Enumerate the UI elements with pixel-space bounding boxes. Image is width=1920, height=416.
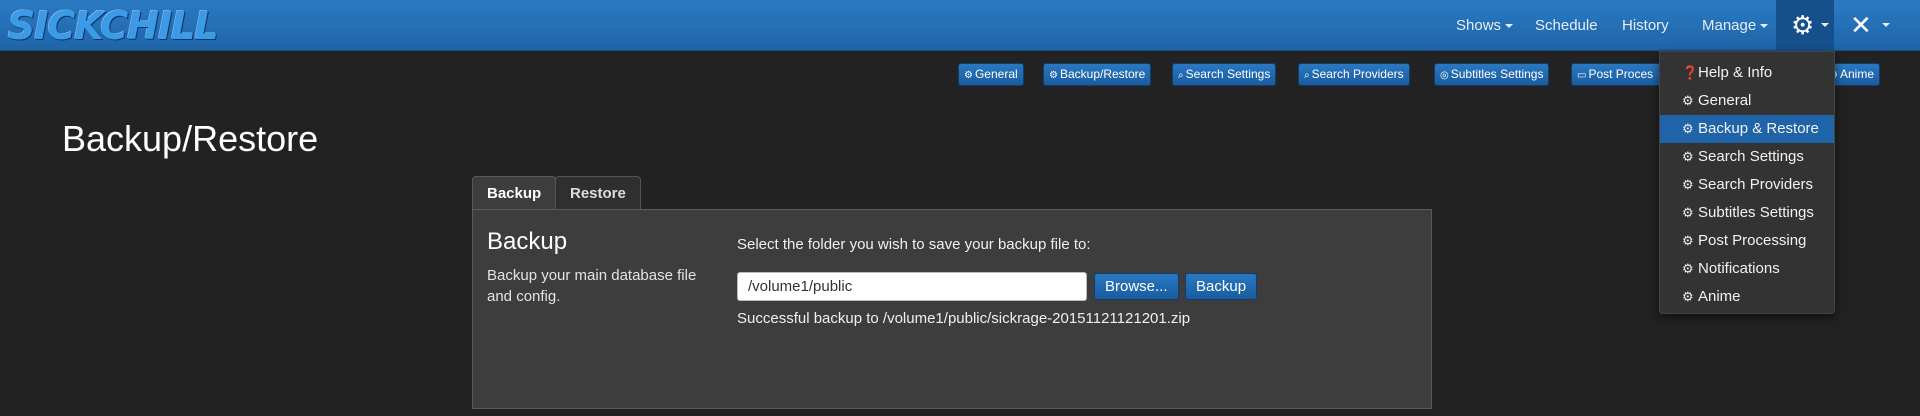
menu-item-anime[interactable]: ⚙ Anime [1660, 283, 1834, 311]
menu-item-label: Search Settings [1698, 148, 1804, 165]
menu-item-label: Subtitles Settings [1698, 204, 1814, 221]
backup-panel: Backup Backup your main database file an… [472, 209, 1432, 409]
tab-restore-label: Restore [570, 185, 626, 202]
question-circle-icon: ❓ [1682, 65, 1699, 80]
nav-config[interactable]: ⚙ [1776, 0, 1834, 51]
browse-button[interactable]: Browse... [1094, 273, 1179, 300]
menu-item-label: Post Processing [1698, 232, 1807, 249]
gear-icon: ⚙ [1682, 289, 1694, 304]
backup-button[interactable]: Backup [1185, 273, 1258, 300]
nav-tools[interactable]: ✕ [1838, 0, 1896, 51]
caret-down-icon [1760, 24, 1769, 29]
submenu-backup-restore-button[interactable]: ⚙ Backup/Restore [1043, 63, 1152, 86]
sickchill-logo[interactable]: SICKCHILL [8, 4, 219, 48]
submenu-subtitles-settings-button[interactable]: ◎ Subtitles Settings [1434, 63, 1550, 86]
menu-item-notifications[interactable]: ⚙ Notifications [1660, 255, 1834, 283]
menu-item-label: General [1698, 92, 1752, 109]
comment-icon: ◎ [1440, 70, 1449, 81]
submenu-backup-restore-label: Backup/Restore [1059, 67, 1146, 81]
nav-schedule[interactable]: Schedule [1535, 0, 1598, 51]
backup-folder-input[interactable]: /volume1/public [737, 272, 1087, 301]
gear-icon: ⚙ [1682, 93, 1694, 108]
gear-icon: ⚙ [964, 70, 973, 81]
backup-folder-label: Select the folder you wish to save your … [737, 236, 1091, 253]
gear-icon: ⚙ [1682, 261, 1694, 276]
menu-item-label: Anime [1698, 288, 1741, 305]
nav-shows-label: Shows [1456, 17, 1502, 34]
gear-icon: ⚙ [1049, 70, 1058, 81]
menu-item-subtitles-settings[interactable]: ⚙ Subtitles Settings [1660, 199, 1834, 227]
gear-icon: ⚙ [1682, 233, 1694, 248]
gear-icon: ⚙ [1682, 149, 1694, 164]
submenu-anime-label: Anime [1839, 67, 1874, 81]
menu-item-label: Backup & Restore [1698, 120, 1819, 137]
submenu-post-processing-label: Post Proces [1588, 67, 1654, 81]
menu-item-search-settings[interactable]: ⚙ Search Settings [1660, 143, 1834, 171]
menu-item-search-providers[interactable]: ⚙ Search Providers [1660, 171, 1834, 199]
folder-open-icon: ▭ [1577, 70, 1587, 81]
submenu-search-providers-label: Search Providers [1311, 67, 1404, 81]
tools-icon: ✕ [1850, 10, 1872, 40]
gear-icon: ⚙ [1682, 205, 1694, 220]
backup-heading: Backup [487, 228, 568, 255]
menu-item-post-processing[interactable]: ⚙ Post Processing [1660, 227, 1834, 255]
submenu-search-providers-button[interactable]: ⌕ Search Providers [1298, 63, 1410, 86]
nav-history-label: History [1622, 17, 1669, 34]
caret-down-icon [1821, 23, 1829, 27]
caret-down-icon [1882, 23, 1890, 27]
submenu-general-label: General [974, 67, 1018, 81]
nav-manage-label: Manage [1702, 17, 1757, 34]
tab-backup[interactable]: Backup [472, 176, 557, 210]
backup-description: Backup your main database file and confi… [487, 267, 697, 305]
submenu-search-settings-label: Search Settings [1185, 67, 1271, 81]
search-icon: ⌕ [1304, 70, 1310, 81]
nav-schedule-label: Schedule [1535, 17, 1598, 34]
menu-item-label: Help & Info [1698, 64, 1773, 81]
menu-item-help-info[interactable]: ❓Help & Info [1660, 59, 1834, 87]
config-dropdown-menu: ❓Help & Info ⚙ General ⚙ Backup & Restore … [1659, 51, 1835, 314]
submenu-post-processing-button[interactable]: ▭ Post Proces [1571, 63, 1661, 86]
top-navbar: SICKCHILL Shows Schedule History Manage … [0, 0, 1920, 51]
gear-icon: ⚙ [1682, 121, 1694, 136]
nav-history[interactable]: History [1622, 0, 1669, 51]
submenu-search-settings-button[interactable]: ⌕ Search Settings [1172, 63, 1277, 86]
menu-item-label: Notifications [1698, 260, 1780, 277]
caret-down-icon [1505, 24, 1514, 29]
page-title: Backup/Restore [62, 118, 319, 159]
backup-status-text: Successful backup to /volume1/public/sic… [737, 310, 1191, 327]
menu-item-backup-restore[interactable]: ⚙ Backup & Restore [1660, 115, 1834, 143]
nav-shows[interactable]: Shows [1456, 0, 1514, 51]
gear-icon: ⚙ [1791, 10, 1815, 40]
menu-item-general[interactable]: ⚙ General [1660, 87, 1834, 115]
tab-backup-label: Backup [487, 185, 542, 202]
submenu-general-button[interactable]: ⚙ General [958, 63, 1024, 86]
submenu-subtitles-settings-label: Subtitles Settings [1450, 67, 1544, 81]
search-icon: ⌕ [1178, 70, 1184, 81]
nav-manage[interactable]: Manage [1702, 0, 1769, 51]
tab-restore[interactable]: Restore [555, 176, 641, 210]
gear-icon: ⚙ [1682, 177, 1694, 192]
menu-item-label: Search Providers [1698, 176, 1814, 193]
